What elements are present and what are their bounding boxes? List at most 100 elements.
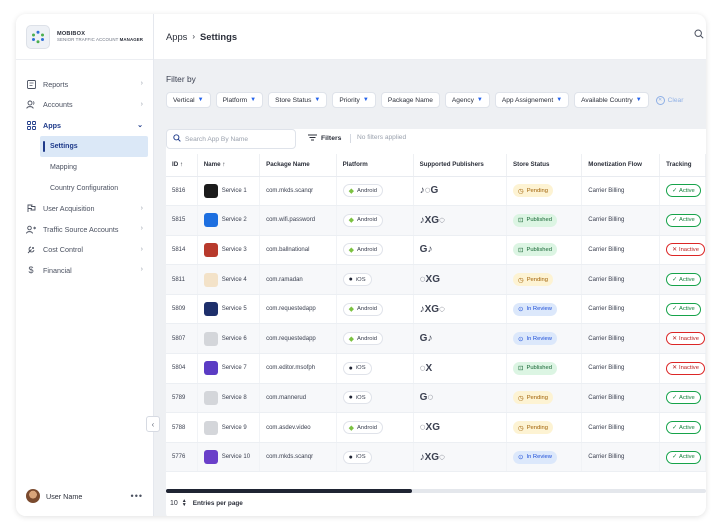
cell-package: com.editor.msofph <box>259 353 337 384</box>
sidebar-item-traffic-source-accounts[interactable]: Traffic Source Accounts › <box>16 219 153 240</box>
sidebar-item-apps[interactable]: Apps ⌄ <box>16 115 153 136</box>
filters-button[interactable]: Filters <box>308 134 341 143</box>
users-icon <box>25 99 37 111</box>
tracking-badge[interactable]: ✓ Active <box>666 184 701 198</box>
filter-chips: Vertical ▼ Platform ▼ Store Status ▼ Priori… <box>166 92 706 108</box>
filter-vertical[interactable]: Vertical ▼ <box>166 92 211 108</box>
sidebar-item-financial[interactable]: $ Financial › <box>16 260 153 281</box>
column-name[interactable]: Name ↑ <box>197 154 261 177</box>
tracking-badge[interactable]: ✕ Inactive <box>666 361 705 375</box>
filter-store-status[interactable]: Store Status ▼ <box>268 92 328 108</box>
cell-platform: ◆ Android <box>336 294 414 325</box>
breadcrumb-apps[interactable]: Apps <box>166 31 187 42</box>
cell-name[interactable]: Service 5 <box>197 294 261 325</box>
filter-platform[interactable]: Platform ▼ <box>215 92 264 108</box>
column-id[interactable]: ID ↑ <box>166 154 198 177</box>
tracking-badge[interactable]: ✓ Active <box>666 302 701 316</box>
entries-per-page-value[interactable]: 10 <box>170 500 178 507</box>
sidebar-item-label: Financial <box>43 265 72 275</box>
chevron-down-icon: ▼ <box>314 97 321 103</box>
tracking-badge[interactable]: ✓ Active <box>666 450 701 464</box>
tracking-badge[interactable]: ✓ Active <box>666 391 701 405</box>
sidebar-item-user-acquisition[interactable]: User Acquisition › <box>16 199 153 220</box>
sidebar-collapse-button[interactable]: ‹ <box>146 416 160 432</box>
report-icon <box>25 78 37 90</box>
user-profile[interactable]: User Name ••• <box>26 488 143 504</box>
cell-store-status: ⊡ Published <box>506 353 583 384</box>
table-row[interactable]: 5815 Service 2 com.wifi.password ◆ Android ♪X… <box>166 205 706 236</box>
filter-bar: Filter by Vertical ▼ Platform ▼ Store Stat… <box>154 60 706 108</box>
table-row[interactable]: 5809 Service 5 com.requestedapp ◆ Android ♪XG… <box>166 294 706 325</box>
apple-icon: ● <box>348 364 353 372</box>
publisher-icons: ◌X <box>419 362 433 374</box>
tracking-badge[interactable]: ✕ Inactive <box>666 243 705 257</box>
sidebar-item-label: Cost Control <box>43 245 83 255</box>
clear-filters-button[interactable]: ✕ Clear <box>654 92 683 108</box>
column-store-status[interactable]: Store Status <box>506 154 583 177</box>
sidebar-item-accounts[interactable]: Accounts › <box>16 95 153 116</box>
tracking-badge[interactable]: ✓ Active <box>666 421 701 435</box>
cell-monetization-flow: Carrier Billing <box>581 176 661 207</box>
column-platform[interactable]: Platform <box>336 154 414 177</box>
more-options-icon[interactable]: ••• <box>131 491 143 501</box>
tracking-badge[interactable]: ✕ Inactive <box>666 332 705 346</box>
cell-name[interactable]: Service 7 <box>197 353 261 384</box>
status-badge: ◷ Pending <box>513 184 553 198</box>
tracking-badge[interactable]: ✓ Active <box>666 273 701 287</box>
status-icon: ⊡ <box>518 217 524 225</box>
apple-icon: ● <box>348 394 353 402</box>
cell-store-status: ⊙ In Review <box>506 442 583 473</box>
filter-agency[interactable]: Agency ▼ <box>444 92 490 108</box>
sidebar: MOBIBOX SENIOR TRAFFIC ACCOUNT MANAGER R… <box>16 14 160 516</box>
cell-package: com.ballnational <box>259 235 337 266</box>
cell-publishers: ♪◌G <box>413 176 508 207</box>
table-row[interactable]: 5811 Service 4 com.ramadan ● iOS ◌XG ◷ Pending C… <box>166 264 706 295</box>
app-icon <box>203 420 218 435</box>
search-input[interactable]: Search App By Name <box>166 129 296 149</box>
status-badge: ⊡ Published <box>513 213 557 227</box>
pagination: 10 ▲ ▼ Entries per page <box>170 499 243 508</box>
cell-publishers: ◌XG <box>413 412 508 443</box>
cell-store-status: ◷ Pending <box>506 264 583 295</box>
cell-name[interactable]: Service 1 <box>197 176 261 207</box>
cell-tracking: ✓ Active <box>659 383 706 414</box>
table-row[interactable]: 5776 Service 10 com.mkds.scanqr ● iOS ♪XG◌ ⊙ In… <box>166 442 706 473</box>
breadcrumb: Apps › Settings <box>166 31 237 42</box>
cell-id: 5776 <box>166 442 198 473</box>
table-row[interactable]: 5814 Service 3 com.ballnational ◆ Android G♪ ⊡… <box>166 235 706 266</box>
horizontal-scrollbar-thumb[interactable] <box>166 489 412 493</box>
column-package-name[interactable]: Package Name <box>259 154 337 177</box>
sidebar-subitem-country-configuration[interactable]: Country Configuration <box>16 178 153 199</box>
table-row[interactable]: 5789 Service 8 com.mannerud ● iOS G◌ ◷ Pending C… <box>166 383 706 414</box>
cell-name[interactable]: Service 2 <box>197 205 261 236</box>
table-row[interactable]: 5807 Service 6 com.requestedapp ◆ Android G♪ ⊙… <box>166 323 706 355</box>
sidebar-item-reports[interactable]: Reports › <box>16 74 153 95</box>
filter-package-name[interactable]: Package Name <box>380 92 440 108</box>
cell-name[interactable]: Service 3 <box>197 235 261 266</box>
table-row[interactable]: 5804 Service 7 com.editor.msofph ● iOS ◌X ⊡ Pub… <box>166 353 706 384</box>
stepper-icon[interactable]: ▲ ▼ <box>182 499 187 508</box>
chevron-right-icon: › <box>140 80 143 87</box>
sidebar-item-cost-control[interactable]: Cost Control › <box>16 240 153 261</box>
sidebar-subitem-mapping[interactable]: Mapping <box>16 157 153 178</box>
tracking-icon: ✓ <box>672 394 677 401</box>
cell-name[interactable]: Service 6 <box>197 323 261 355</box>
column-monetization-flow[interactable]: Monetization Flow <box>581 154 661 177</box>
filter-priority[interactable]: Priority ▼ <box>332 92 376 108</box>
android-icon: ◆ <box>348 306 355 314</box>
table-row[interactable]: 5788 Service 9 com.asdev.video ◆ Android ◌XG ◷… <box>166 412 706 443</box>
search-icon[interactable] <box>694 29 704 42</box>
filter-available-country[interactable]: Available Country ▼ <box>574 92 649 108</box>
cell-name[interactable]: Service 9 <box>197 412 261 443</box>
cell-name[interactable]: Service 4 <box>197 264 261 295</box>
cell-name[interactable]: Service 10 <box>197 442 261 473</box>
table-row[interactable]: 5816 Service 1 com.mkds.scanqr ◆ Android ♪◌G ◷… <box>166 176 706 207</box>
cell-name[interactable]: Service 8 <box>197 383 261 414</box>
column-supported-publishers[interactable]: Supported Publishers <box>413 154 508 177</box>
tracking-badge[interactable]: ✓ Active <box>666 213 701 227</box>
cell-id: 5815 <box>166 205 198 236</box>
sidebar-subitem-settings[interactable]: Settings <box>40 135 148 157</box>
column-tracking[interactable]: Tracking <box>659 154 706 177</box>
chevron-right-icon: › <box>192 32 196 41</box>
filter-app-assignement[interactable]: App Assignement ▼ <box>494 92 570 108</box>
